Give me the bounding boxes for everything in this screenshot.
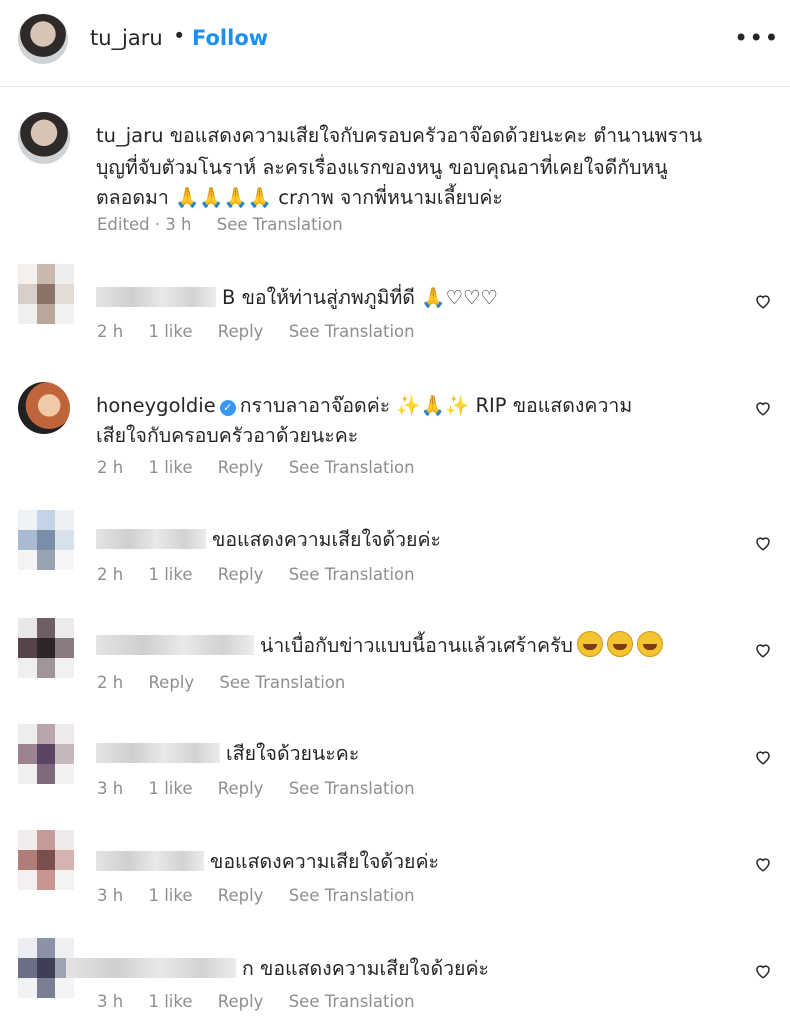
heart-icon[interactable] xyxy=(754,641,772,659)
caption-text: ขอแสดงความเสียใจกับครอบครัวอาจ๊อดด้วยนะค… xyxy=(169,124,703,147)
comment-text: น่าเบื่อกับข่าวแบบนี้อานแล้วเศร้าครับ xyxy=(96,630,663,661)
reply-button[interactable]: Reply xyxy=(218,779,264,798)
comment-meta: 3 h 1 like Reply See Translation xyxy=(97,779,435,798)
comment-avatar[interactable] xyxy=(18,382,70,434)
reply-button[interactable]: Reply xyxy=(148,673,194,692)
see-translation-link[interactable]: See Translation xyxy=(289,886,415,905)
comment-text: เสียใจด้วยนะคะ xyxy=(96,738,359,769)
verified-badge-icon: ✓ xyxy=(219,400,236,416)
comment-meta: 3 h 1 like Reply See Translation xyxy=(97,992,435,1011)
comment-text: ก ขอแสดงความเสียใจด้วยค่ะ xyxy=(66,953,489,984)
caption-line-2: บุญที่จับตัวมโนราห์ ละครเรื่องแรกของหนู … xyxy=(96,156,668,179)
comment-time: 2 h xyxy=(97,565,124,584)
comment-time: 2 h xyxy=(97,458,124,477)
likes-count[interactable]: 1 like xyxy=(148,992,192,1011)
likes-count[interactable]: 1 like xyxy=(148,779,192,798)
laughing-emoji-icon xyxy=(636,631,663,657)
see-translation-link[interactable]: See Translation xyxy=(219,673,345,692)
heart-icon[interactable] xyxy=(754,855,772,873)
heart-icon[interactable] xyxy=(754,399,772,417)
comment-avatar[interactable] xyxy=(18,618,74,678)
comment-avatar[interactable] xyxy=(18,830,74,890)
likes-count[interactable]: 1 like xyxy=(148,565,192,584)
caption-meta: Edited · 3 h See Translation xyxy=(97,215,363,234)
reply-button[interactable]: Reply xyxy=(218,322,264,341)
laughing-emoji-icon xyxy=(606,631,633,657)
heart-icon[interactable] xyxy=(754,292,772,310)
comment-meta: 2 h 1 like Reply See Translation xyxy=(97,458,435,477)
blurred-username[interactable] xyxy=(66,958,236,978)
see-translation-link[interactable]: See Translation xyxy=(289,458,415,477)
laughing-emoji-icon xyxy=(576,631,603,657)
post-header: tu_jaru • Follow ••• xyxy=(0,0,790,87)
blurred-username[interactable] xyxy=(96,529,206,549)
blurred-username[interactable] xyxy=(96,635,254,655)
blurred-username[interactable] xyxy=(96,287,216,307)
comment-time: 2 h xyxy=(97,322,124,341)
comment-time: 3 h xyxy=(97,779,124,798)
caption-line-1: tu_jaru ขอแสดงความเสียใจกับครอบครัวอาจ๊อ… xyxy=(96,120,702,151)
comment-meta: 2 h Reply See Translation xyxy=(97,673,365,692)
comment-text-line-2: เสียใจกับครอบครัวอาด้วยนะคะ xyxy=(96,424,359,447)
comment-time: 2 h xyxy=(97,673,124,692)
see-translation-link[interactable]: See Translation xyxy=(289,322,415,341)
comment-text: B ขอให้ท่านสู่ภพภูมิที่ดี 🙏♡♡♡ xyxy=(96,282,498,313)
likes-count[interactable]: 1 like xyxy=(148,886,192,905)
comment-avatar[interactable] xyxy=(18,724,74,784)
comment-username[interactable]: honeygoldie xyxy=(96,394,216,417)
reply-button[interactable]: Reply xyxy=(218,992,264,1011)
comment-time: 3 h xyxy=(97,992,124,1011)
see-translation-link[interactable]: See Translation xyxy=(289,992,415,1011)
comment-meta: 3 h 1 like Reply See Translation xyxy=(97,886,435,905)
comment-time: 3 h xyxy=(97,886,124,905)
author-username[interactable]: tu_jaru xyxy=(90,26,163,50)
blurred-username[interactable] xyxy=(96,743,220,763)
reply-button[interactable]: Reply xyxy=(218,886,264,905)
caption-username[interactable]: tu_jaru xyxy=(96,124,164,147)
reply-button[interactable]: Reply xyxy=(218,565,264,584)
comment-text: ขอแสดงความเสียใจด้วยค่ะ xyxy=(96,524,441,555)
caption-time: Edited · 3 h xyxy=(97,215,192,234)
heart-icon[interactable] xyxy=(754,748,772,766)
follow-button[interactable]: Follow xyxy=(192,26,268,50)
see-translation-link[interactable]: See Translation xyxy=(289,565,415,584)
caption-avatar[interactable] xyxy=(18,112,70,164)
blurred-username[interactable] xyxy=(96,851,204,871)
likes-count[interactable]: 1 like xyxy=(148,322,192,341)
author-avatar[interactable] xyxy=(18,14,68,64)
see-translation-link[interactable]: See Translation xyxy=(289,779,415,798)
reply-button[interactable]: Reply xyxy=(218,458,264,477)
comment-avatar[interactable] xyxy=(18,264,74,324)
see-translation-link[interactable]: See Translation xyxy=(217,215,343,234)
comment-meta: 2 h 1 like Reply See Translation xyxy=(97,322,435,341)
caption-line-3: ตลอดมา 🙏🙏🙏🙏 crภาพ จากพี่หนามเลี้ยบค่ะ xyxy=(96,186,503,209)
comment-avatar[interactable] xyxy=(18,510,74,570)
more-options-icon[interactable]: ••• xyxy=(734,26,779,50)
separator-dot: • xyxy=(173,24,186,48)
heart-icon[interactable] xyxy=(754,962,772,980)
comment-text: ขอแสดงความเสียใจด้วยค่ะ xyxy=(96,846,439,877)
likes-count[interactable]: 1 like xyxy=(148,458,192,477)
comment-meta: 2 h 1 like Reply See Translation xyxy=(97,565,435,584)
heart-icon[interactable] xyxy=(754,534,772,552)
comment-text: honeygoldie ✓ กราบลาอาจ๊อดค่ะ ✨🙏✨ RIP ขอแส… xyxy=(96,394,633,417)
